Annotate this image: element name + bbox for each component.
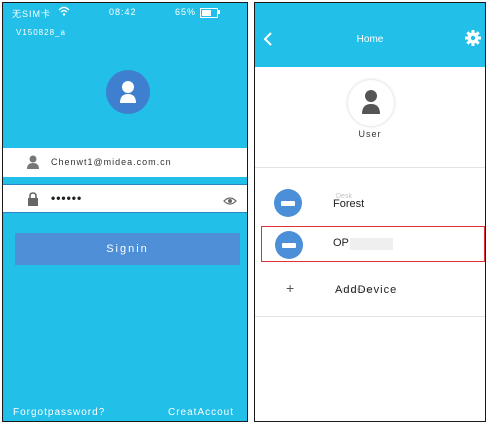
divider [255,316,485,317]
page-title: Home [356,34,384,45]
device-name: Forest [333,198,365,210]
home-screen: Home User Desk Forest OP + Add Device Ad… [254,2,486,422]
device-item-op[interactable]: OP [261,226,485,262]
user-label: User [358,129,382,139]
air-conditioner-icon [274,189,302,217]
gear-icon[interactable] [465,30,481,46]
user-avatar-icon [106,70,150,114]
carrier-label: 无SIM卡 [12,9,52,19]
device-name-redaction [350,238,393,250]
device-name: OP [333,237,349,249]
home-header: Home [255,3,485,67]
wifi-icon [58,6,70,19]
forgot-password-link[interactable]: Forgotpassword? [13,407,105,418]
battery-icon [200,8,218,18]
email-value: Chenwt1@midea.com.cn [51,157,172,167]
user-avatar[interactable] [348,80,394,126]
lock-icon [27,192,39,211]
password-value: •••••• [51,191,83,205]
eye-icon[interactable] [223,193,237,211]
person-icon [27,155,39,174]
version-label: V150828_a [16,28,66,37]
add-device-label: AddDevice [335,284,398,296]
add-device-button[interactable]: + Add Device AddDevice [255,277,485,301]
create-account-link[interactable]: CreatAccout [168,407,234,418]
battery-percent: 65% [175,7,197,17]
divider [255,167,485,168]
air-conditioner-icon [275,231,303,259]
battery-fill [202,10,211,16]
battery-tip [218,10,220,14]
plus-icon: + [286,280,295,296]
email-field[interactable]: Chenwt1@midea.com.cn [3,148,247,177]
login-screen: 无SIM卡 08:42 65% V150828_a Chenwt1@midea.… [2,2,248,422]
clock: 08:42 [109,7,137,17]
signin-button[interactable]: Signin [15,233,240,265]
status-bar: 无SIM卡 08:42 65% [3,3,247,23]
password-field[interactable]: •••••• [3,184,247,213]
